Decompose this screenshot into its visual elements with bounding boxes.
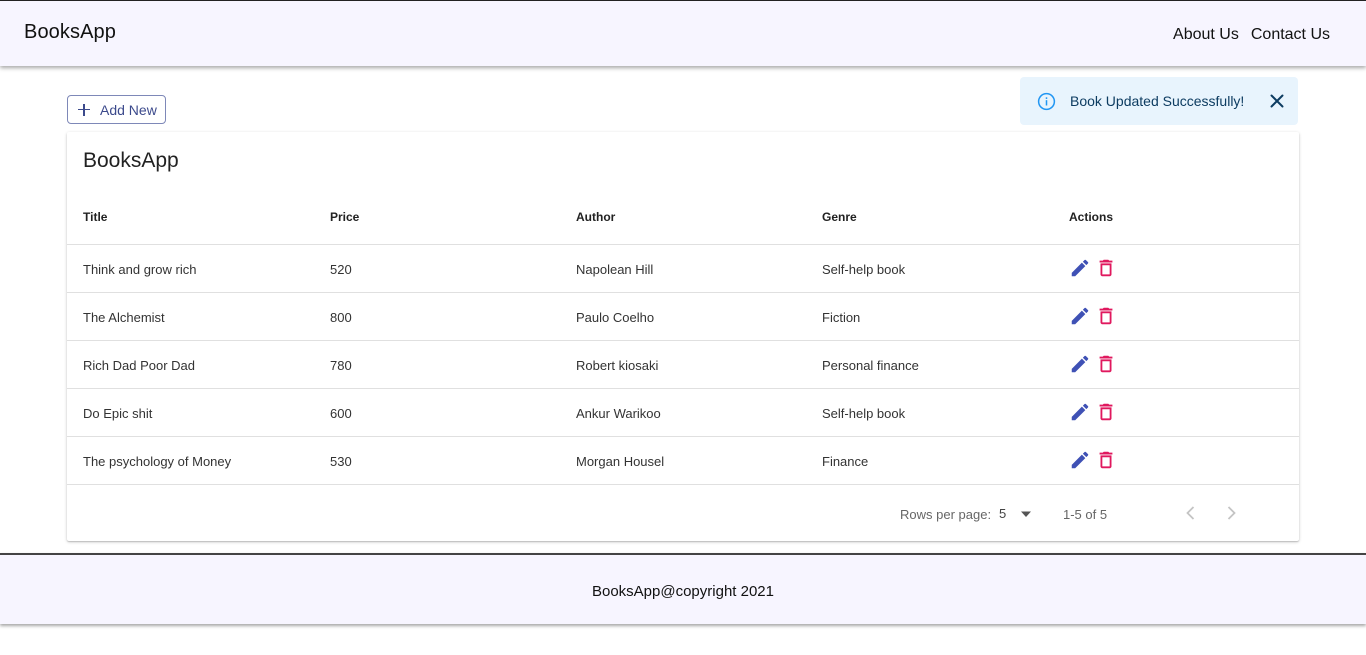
- cell-price: 520: [330, 262, 352, 277]
- table-row: Rich Dad Poor Dad 780 Robert kiosaki Per…: [67, 341, 1299, 389]
- column-header-actions: Actions: [1069, 210, 1114, 224]
- column-header-genre[interactable]: Genre: [822, 210, 857, 224]
- app-header: BooksApp About Us Contact Us: [0, 0, 1366, 66]
- cell-genre: Fiction: [822, 310, 861, 325]
- delete-icon[interactable]: [1095, 449, 1117, 471]
- row-actions: [1069, 449, 1117, 471]
- column-header-title[interactable]: Title: [83, 210, 107, 224]
- cell-genre: Self-help book: [822, 262, 906, 277]
- rows-per-page-label: Rows per page:: [900, 507, 992, 522]
- table-row: Think and grow rich 520 Napolean Hill Se…: [67, 245, 1299, 293]
- table-header-row: Title Price Author Genre Actions: [67, 196, 1299, 245]
- cell-author: Paulo Coelho: [576, 310, 655, 325]
- rows-per-page-select[interactable]: 5: [999, 506, 1006, 521]
- books-table-card: BooksApp Title Price Author Genre Action…: [67, 132, 1299, 541]
- cell-title: The Alchemist: [83, 310, 165, 325]
- row-actions: [1069, 257, 1117, 279]
- alert-message: Book Updated Successfully!: [1070, 93, 1245, 109]
- delete-icon[interactable]: [1095, 353, 1117, 375]
- cell-author: Morgan Housel: [576, 454, 665, 469]
- chevron-left-icon[interactable]: [1182, 503, 1200, 523]
- nav-about-us[interactable]: About Us: [1173, 26, 1239, 44]
- table-row: The Alchemist 800 Paulo Coelho Fiction: [67, 293, 1299, 341]
- copyright-text: BooksApp@copyright 2021: [591, 583, 774, 600]
- table-title: BooksApp: [83, 149, 179, 172]
- delete-icon[interactable]: [1095, 257, 1117, 279]
- edit-icon[interactable]: [1069, 401, 1091, 423]
- cell-price: 780: [330, 358, 352, 373]
- row-actions: [1069, 353, 1117, 375]
- add-new-label: Add New: [100, 101, 157, 118]
- cell-price: 600: [330, 406, 352, 421]
- success-alert: Book Updated Successfully!: [1020, 77, 1298, 125]
- table-row: Do Epic shit 600 Ankur Warikoo Self-help…: [67, 389, 1299, 437]
- delete-icon[interactable]: [1095, 305, 1117, 327]
- row-actions: [1069, 305, 1117, 327]
- add-new-button[interactable]: Add New: [67, 95, 166, 124]
- brand-logo-text[interactable]: BooksApp: [24, 21, 116, 44]
- column-header-author[interactable]: Author: [576, 210, 615, 224]
- top-nav: About Us Contact Us: [1173, 26, 1330, 44]
- delete-icon[interactable]: [1095, 401, 1117, 423]
- info-icon: [1037, 92, 1056, 111]
- app-footer: BooksApp@copyright 2021: [0, 553, 1366, 624]
- chevron-down-icon[interactable]: [1019, 507, 1033, 521]
- column-header-price[interactable]: Price: [330, 210, 359, 224]
- table-pagination: Rows per page: 5 1-5 of 5: [67, 486, 1299, 541]
- cell-author: Ankur Warikoo: [576, 406, 661, 421]
- cell-price: 800: [330, 310, 352, 325]
- cell-author: Napolean Hill: [576, 262, 654, 277]
- cell-author: Robert kiosaki: [576, 358, 659, 373]
- chevron-right-icon[interactable]: [1222, 503, 1240, 523]
- cell-genre: Personal finance: [822, 358, 919, 373]
- cell-title: Rich Dad Poor Dad: [83, 358, 195, 373]
- cell-genre: Self-help book: [822, 406, 906, 421]
- plus-icon: [78, 103, 90, 116]
- edit-icon[interactable]: [1069, 257, 1091, 279]
- nav-contact-us[interactable]: Contact Us: [1251, 26, 1330, 44]
- books-table: Title Price Author Genre Actions Think a…: [67, 196, 1299, 485]
- cell-title: Do Epic shit: [83, 406, 153, 421]
- edit-icon[interactable]: [1069, 353, 1091, 375]
- row-actions: [1069, 401, 1117, 423]
- cell-genre: Finance: [822, 454, 869, 469]
- cell-price: 530: [330, 454, 352, 469]
- table-row: The psychology of Money 530 Morgan House…: [67, 437, 1299, 485]
- edit-icon[interactable]: [1069, 305, 1091, 327]
- close-icon[interactable]: [1270, 94, 1284, 108]
- page-range: 1-5 of 5: [1063, 507, 1108, 522]
- edit-icon[interactable]: [1069, 449, 1091, 471]
- cell-title: The psychology of Money: [83, 454, 232, 469]
- cell-title: Think and grow rich: [83, 262, 197, 277]
